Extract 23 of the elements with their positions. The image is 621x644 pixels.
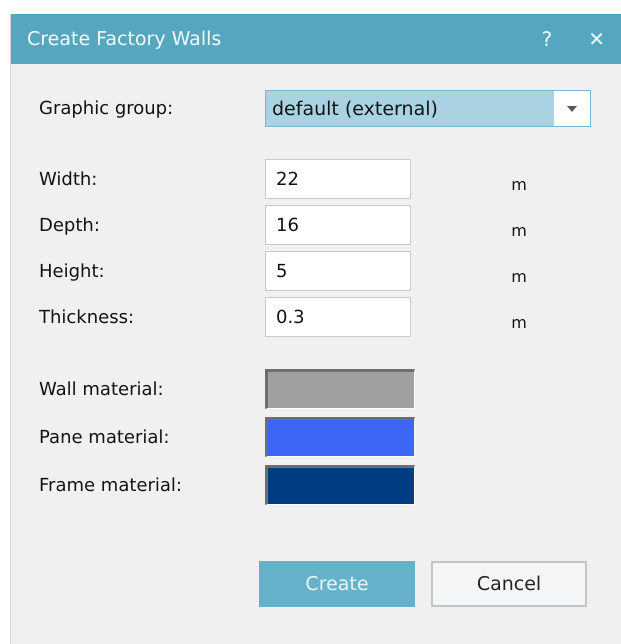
field-label: Depth:: [39, 214, 101, 236]
color-swatch[interactable]: [265, 369, 415, 409]
input-field[interactable]: 22: [265, 159, 411, 199]
material-label: Wall material:: [39, 378, 165, 400]
unit-label: m: [511, 174, 528, 194]
graphic-group-dropdown[interactable]: default (external): [265, 90, 591, 127]
field-label: Width:: [39, 168, 98, 190]
caret-icon: [567, 106, 577, 112]
unit-label: m: [511, 220, 528, 240]
input-field[interactable]: 0.3: [265, 297, 411, 337]
input-field[interactable]: 16: [265, 205, 411, 245]
input-field[interactable]: 5: [265, 251, 411, 291]
color-swatch[interactable]: [265, 417, 415, 457]
material-label: Frame material:: [39, 474, 183, 496]
field-label: Height:: [39, 260, 106, 282]
color-swatch[interactable]: [265, 465, 415, 505]
unit-label: m: [511, 312, 528, 332]
field-label: Thickness:: [39, 306, 136, 328]
cancel-button[interactable]: Cancel: [431, 561, 587, 607]
unit-label: m: [511, 266, 528, 286]
field-label: Graphic group:: [39, 98, 174, 119]
window-title: Create Factory Walls: [27, 28, 222, 50]
material-label: Pane material:: [39, 426, 170, 448]
